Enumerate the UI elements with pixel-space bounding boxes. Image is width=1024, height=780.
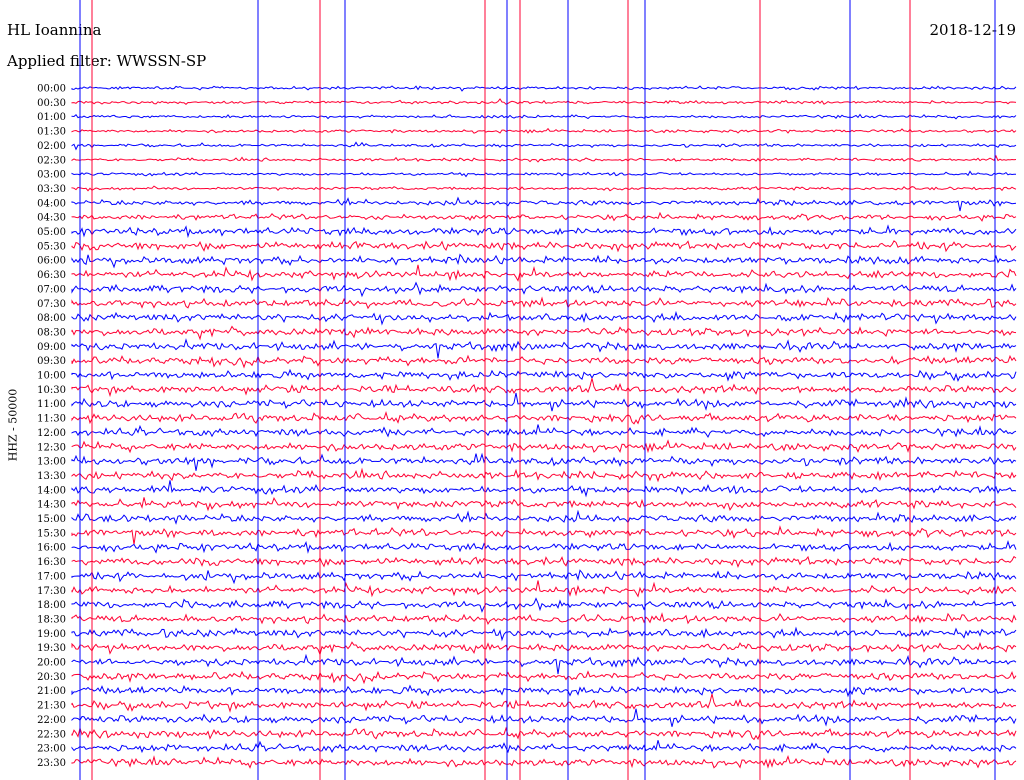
trace-row	[71, 740, 1017, 754]
trace-row	[71, 410, 1017, 425]
row-label: 00:00	[37, 84, 66, 95]
trace-row	[71, 154, 1017, 163]
trace-row	[71, 127, 1017, 134]
trace-row	[71, 708, 1017, 727]
row-label: 14:30	[37, 500, 66, 511]
row-label: 20:00	[37, 658, 66, 669]
row-label: 01:30	[37, 127, 66, 138]
row-label: 06:00	[37, 256, 66, 267]
trace-row	[71, 113, 1017, 120]
row-label: 06:30	[37, 270, 66, 281]
trace-row	[71, 580, 1017, 598]
trace-row	[71, 569, 1017, 585]
trace-row	[71, 726, 1017, 741]
row-label: 21:30	[37, 701, 66, 712]
helicorder-plot: 00:00 00:30 01:00 01:30 02:00 02:30 03:00 03:30…	[37, 0, 1017, 780]
row-label: 10:30	[37, 385, 66, 396]
trace-group	[71, 0, 1017, 780]
trace-row	[71, 439, 1017, 454]
row-label: 22:30	[37, 729, 66, 740]
trace-row	[71, 338, 1017, 359]
trace-row	[71, 98, 1017, 105]
row-label-group: 00:00 00:30 01:00 01:30 02:00 02:30 03:00 03:30…	[37, 84, 66, 769]
row-label: 08:00	[37, 313, 66, 324]
row-label: 13:00	[37, 457, 66, 468]
row-label: 11:30	[37, 414, 66, 425]
trace-row	[71, 626, 1017, 642]
row-label: 22:00	[37, 715, 66, 726]
row-label: 23:00	[37, 744, 66, 755]
trace-row	[71, 497, 1017, 512]
trace-row	[71, 310, 1017, 326]
row-label: 17:00	[37, 571, 66, 582]
row-label: 03:00	[37, 170, 66, 181]
row-label: 17:30	[37, 586, 66, 597]
row-label: 05:30	[37, 241, 66, 252]
trace-row	[71, 467, 1017, 483]
trace-row	[71, 185, 1017, 192]
row-label: 11:00	[37, 399, 66, 410]
row-label: 02:30	[37, 155, 66, 166]
trace-row	[71, 684, 1017, 698]
trace-row	[71, 653, 1017, 675]
trace-row	[71, 325, 1017, 341]
trace-row	[71, 754, 1017, 769]
row-label: 19:30	[37, 643, 66, 654]
row-label: 18:30	[37, 614, 66, 625]
trace-row	[71, 525, 1017, 545]
row-label: 15:00	[37, 514, 66, 525]
trace-row	[71, 281, 1017, 298]
row-label: 02:00	[37, 141, 66, 152]
trace-row	[71, 141, 1017, 151]
trace-row	[71, 224, 1017, 239]
row-label: 09:30	[37, 356, 66, 367]
trace-row	[71, 170, 1017, 178]
trace-row	[71, 540, 1017, 554]
row-label: 20:30	[37, 672, 66, 683]
row-label: 21:00	[37, 686, 66, 697]
trace-row	[71, 253, 1017, 269]
row-label: 16:30	[37, 557, 66, 568]
row-label: 15:30	[37, 528, 66, 539]
row-label: 05:00	[37, 227, 66, 238]
row-label: 00:30	[37, 98, 66, 109]
trace-row	[71, 555, 1017, 569]
trace-row	[71, 211, 1017, 222]
row-label: 16:00	[37, 543, 66, 554]
row-label: 19:00	[37, 629, 66, 640]
trace-row	[71, 641, 1017, 657]
trace-row	[71, 240, 1017, 253]
trace-row	[71, 424, 1017, 439]
trace-row	[71, 392, 1017, 412]
trace-row	[71, 597, 1017, 613]
row-label: 12:30	[37, 442, 66, 453]
row-label: 23:30	[37, 758, 66, 769]
trace-row	[71, 612, 1017, 626]
trace-row	[71, 378, 1017, 398]
row-label: 14:00	[37, 485, 66, 496]
trace-row	[71, 509, 1017, 525]
row-label: 12:00	[37, 428, 66, 439]
row-label: 07:00	[37, 284, 66, 295]
trace-row	[71, 296, 1017, 310]
row-label: 01:00	[37, 112, 66, 123]
trace-row	[71, 452, 1017, 471]
trace-row	[71, 264, 1017, 282]
row-label: 04:00	[37, 198, 66, 209]
trace-row	[71, 368, 1017, 382]
trace-row	[71, 196, 1017, 212]
row-label: 03:30	[37, 184, 66, 195]
row-label: 07:30	[37, 299, 66, 310]
row-label: 10:00	[37, 371, 66, 382]
row-label: 13:30	[37, 471, 66, 482]
trace-row	[71, 354, 1017, 369]
trace-row	[71, 693, 1017, 713]
trace-row	[71, 480, 1017, 498]
row-label: 08:30	[37, 327, 66, 338]
row-label: 04:30	[37, 213, 66, 224]
row-label: 09:00	[37, 342, 66, 353]
row-label: 18:00	[37, 600, 66, 611]
trace-row	[71, 670, 1017, 685]
trace-row	[71, 85, 1017, 92]
